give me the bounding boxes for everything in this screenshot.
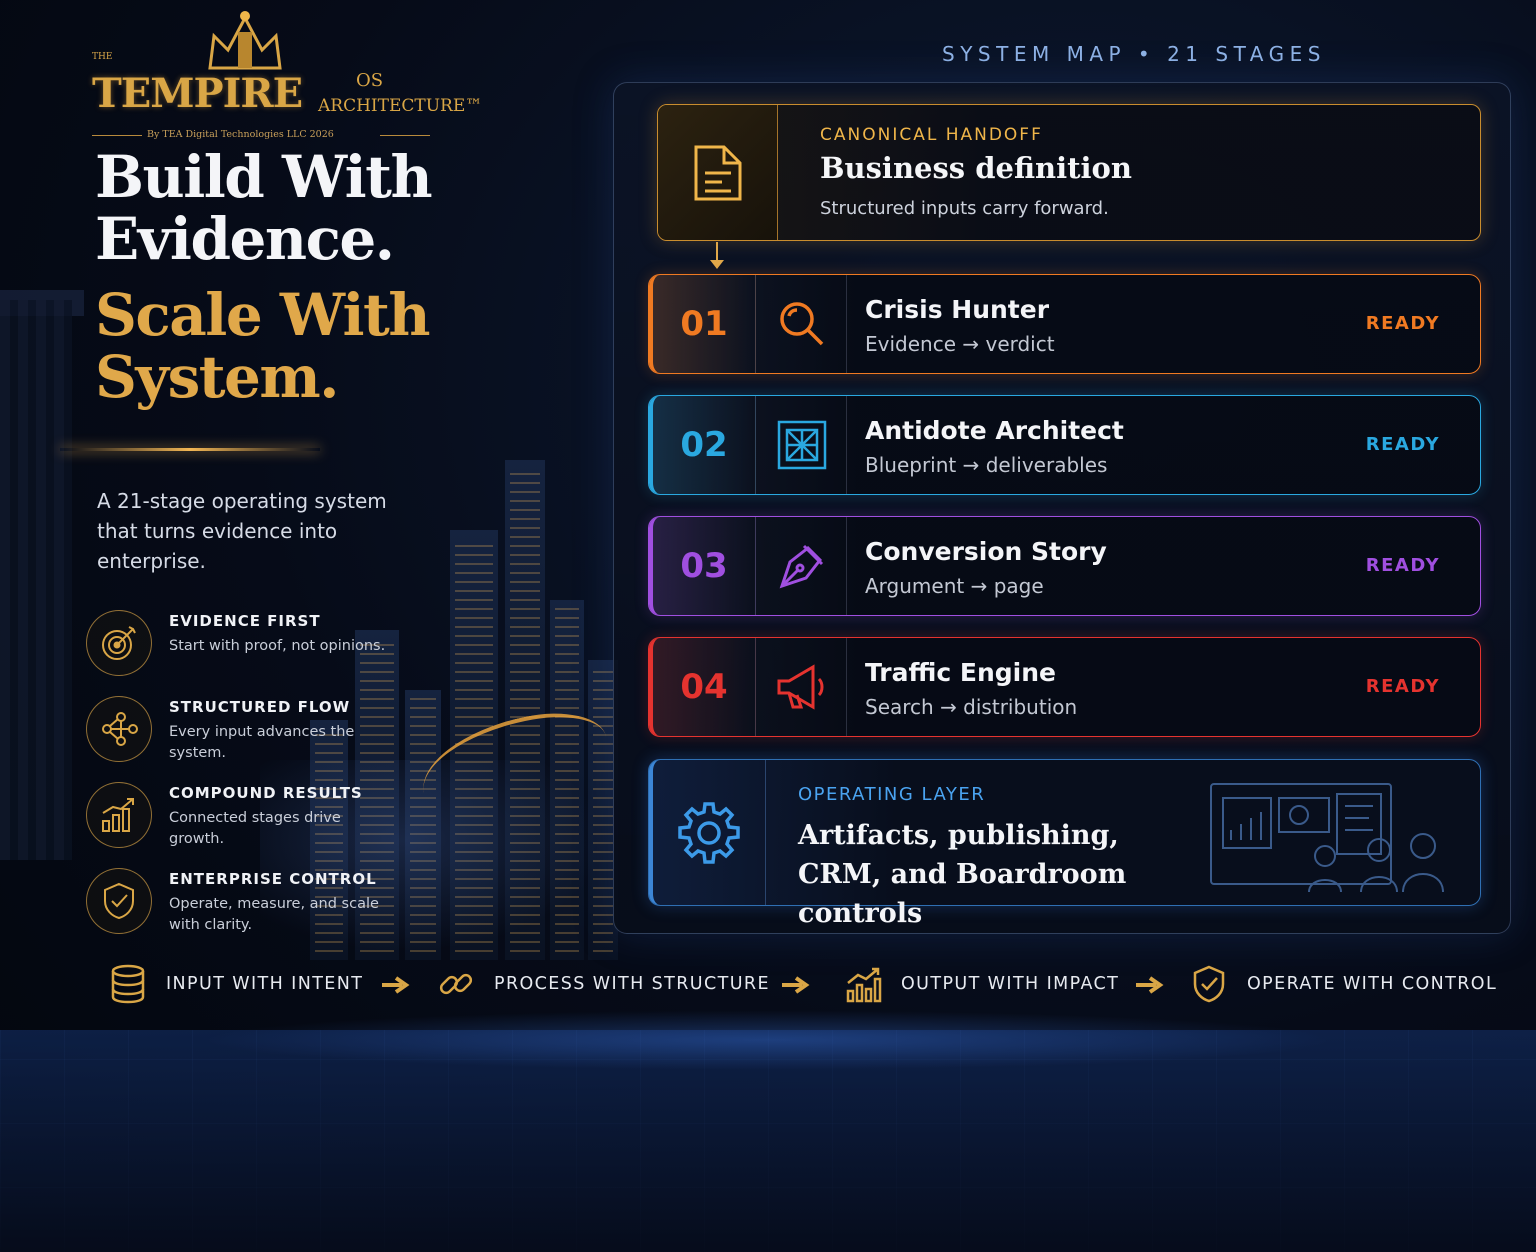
operating-layer-title: Artifacts, publishing, CRM, and Boardroo… <box>798 820 1127 929</box>
stage-number-box: 01 <box>649 275 756 373</box>
feature-list: EVIDENCE FIRST Start with proof, not opi… <box>86 606 406 950</box>
pen-nib-icon <box>779 544 823 589</box>
document-icon <box>694 145 741 200</box>
feature-item: EVIDENCE FIRST Start with proof, not opi… <box>86 606 406 692</box>
search-icon <box>779 302 823 346</box>
gear-icon <box>678 801 740 864</box>
logo-architecture-text: ARCHITECTURE™ <box>318 96 483 116</box>
flow-step-input: INPUT WITH INTENT <box>108 964 363 1004</box>
flow-step-output: OUTPUT WITH IMPACT <box>843 964 1119 1004</box>
arrow-right-icon <box>782 976 810 994</box>
flow-label: PROCESS WITH STRUCTURE <box>494 974 770 994</box>
stage-icon-box <box>757 517 847 615</box>
stage-status-badge: READY <box>1365 313 1440 334</box>
feature-desc: Operate, measure, and scale with clarity… <box>169 896 379 933</box>
arrow-right-icon <box>382 976 410 994</box>
stage-number: 01 <box>680 304 728 344</box>
stage-status-badge: READY <box>1365 434 1440 455</box>
stage-number-box: 04 <box>649 638 756 736</box>
handoff-icon-box <box>658 105 778 240</box>
flow-step-process: PROCESS WITH STRUCTURE <box>436 964 770 1004</box>
stage-subtitle: Argument → page <box>865 574 1044 598</box>
stage-title: Conversion Story <box>865 537 1107 566</box>
flow-step-operate: OPERATE WITH CONTROL <box>1189 964 1497 1004</box>
stage-number: 04 <box>680 667 728 707</box>
bar-chart-icon <box>86 782 152 848</box>
link-icon <box>439 973 473 995</box>
feature-desc: Connected stages drive growth. <box>169 810 341 847</box>
stage-number: 02 <box>680 425 728 465</box>
feature-title: EVIDENCE FIRST <box>169 612 321 630</box>
feature-desc: Start with proof, not opinions. <box>169 638 386 654</box>
operating-icon-box <box>649 760 766 905</box>
headline-divider <box>60 448 320 451</box>
feature-item: ENTERPRISE CONTROL Operate, measure, and… <box>86 864 406 950</box>
stage-title: Antidote Architect <box>865 416 1124 445</box>
logo-os-text: OS <box>356 70 384 91</box>
handoff-label: CANONICAL HANDOFF <box>820 125 1043 145</box>
stage-title: Traffic Engine <box>865 658 1057 687</box>
system-map-title: SYSTEM MAP • 21 STAGES <box>942 42 1326 66</box>
feature-item: STRUCTURED FLOW Every input advances the… <box>86 692 406 778</box>
stage-card-04[interactable]: 04 Traffic Engine Search → distribution … <box>648 637 1481 737</box>
canonical-handoff-card[interactable]: CANONICAL HANDOFF Business definition St… <box>657 104 1481 241</box>
logo-rule-right <box>380 135 430 136</box>
logo-byline: By TEA Digital Technologies LLC 2026 <box>147 129 334 140</box>
blueprint-icon <box>777 420 826 470</box>
stage-subtitle: Blueprint → deliverables <box>865 453 1108 477</box>
stage-status-badge: READY <box>1365 555 1440 576</box>
stage-subtitle: Evidence → verdict <box>865 332 1055 356</box>
arrow-down-icon <box>710 260 724 269</box>
feature-item: COMPOUND RESULTS Connected stages drive … <box>86 778 406 864</box>
flow-label: OUTPUT WITH IMPACT <box>901 974 1120 994</box>
headline-line-3: Scale With <box>95 281 431 350</box>
stage-number-box: 02 <box>649 396 756 494</box>
feature-desc: Every input advances the system. <box>169 724 355 761</box>
logo-the-text: THE <box>92 52 113 62</box>
megaphone-icon <box>777 664 823 710</box>
stage-icon-box <box>757 275 847 373</box>
stage-number: 03 <box>680 546 728 586</box>
stage-icon-box <box>757 638 847 736</box>
flow-label: INPUT WITH INTENT <box>166 974 364 994</box>
boardroom-illustration <box>1210 783 1444 893</box>
brand-logo: THE TEMPIRE OS ARCHITECTURE™ By TEA Digi… <box>92 8 482 148</box>
stage-number-box: 03 <box>649 517 756 615</box>
logo-rule-left <box>92 135 142 136</box>
stage-card-03[interactable]: 03 Conversion Story Argument → page READ… <box>648 516 1481 616</box>
stage-title: Crisis Hunter <box>865 295 1050 324</box>
crown-icon <box>208 11 282 70</box>
feature-title: ENTERPRISE CONTROL <box>169 870 377 888</box>
flow-nodes-icon <box>86 696 152 762</box>
headline-line-2: Evidence. <box>95 205 395 274</box>
headline-line-1: Build With <box>95 143 433 211</box>
shield-check-icon <box>86 868 152 934</box>
feature-title: STRUCTURED FLOW <box>169 698 351 716</box>
growth-chart-icon <box>846 967 882 1003</box>
shield-check-icon <box>1193 965 1225 1003</box>
arrow-right-icon <box>1136 976 1164 994</box>
floor-glow <box>200 1010 1336 1070</box>
classical-column-decoration <box>0 300 72 860</box>
target-icon <box>86 610 152 676</box>
database-icon <box>111 964 145 1004</box>
intro-text: A 21-stage operating system that turns e… <box>97 489 387 573</box>
handoff-title: Business definition <box>820 151 1132 185</box>
stage-status-badge: READY <box>1365 676 1440 697</box>
operating-layer-card[interactable]: OPERATING LAYER Artifacts, publishing, C… <box>648 759 1481 929</box>
logo-main-text: TEMPIRE <box>92 70 303 117</box>
handoff-desc: Structured inputs carry forward. <box>820 198 1109 219</box>
hero-headline: Build With Evidence. Scale With System. <box>95 143 433 412</box>
headline-line-4: System. <box>95 343 340 412</box>
flow-label: OPERATE WITH CONTROL <box>1247 974 1498 994</box>
feature-title: COMPOUND RESULTS <box>169 784 363 802</box>
stage-subtitle: Search → distribution <box>865 695 1078 719</box>
stage-card-01[interactable]: 01 Crisis Hunter Evidence → verdict READ… <box>648 274 1481 374</box>
stage-card-02[interactable]: 02 Antidote Architect Blueprint → delive… <box>648 395 1481 495</box>
stage-icon-box <box>757 396 847 494</box>
operating-layer-label: OPERATING LAYER <box>798 784 986 805</box>
